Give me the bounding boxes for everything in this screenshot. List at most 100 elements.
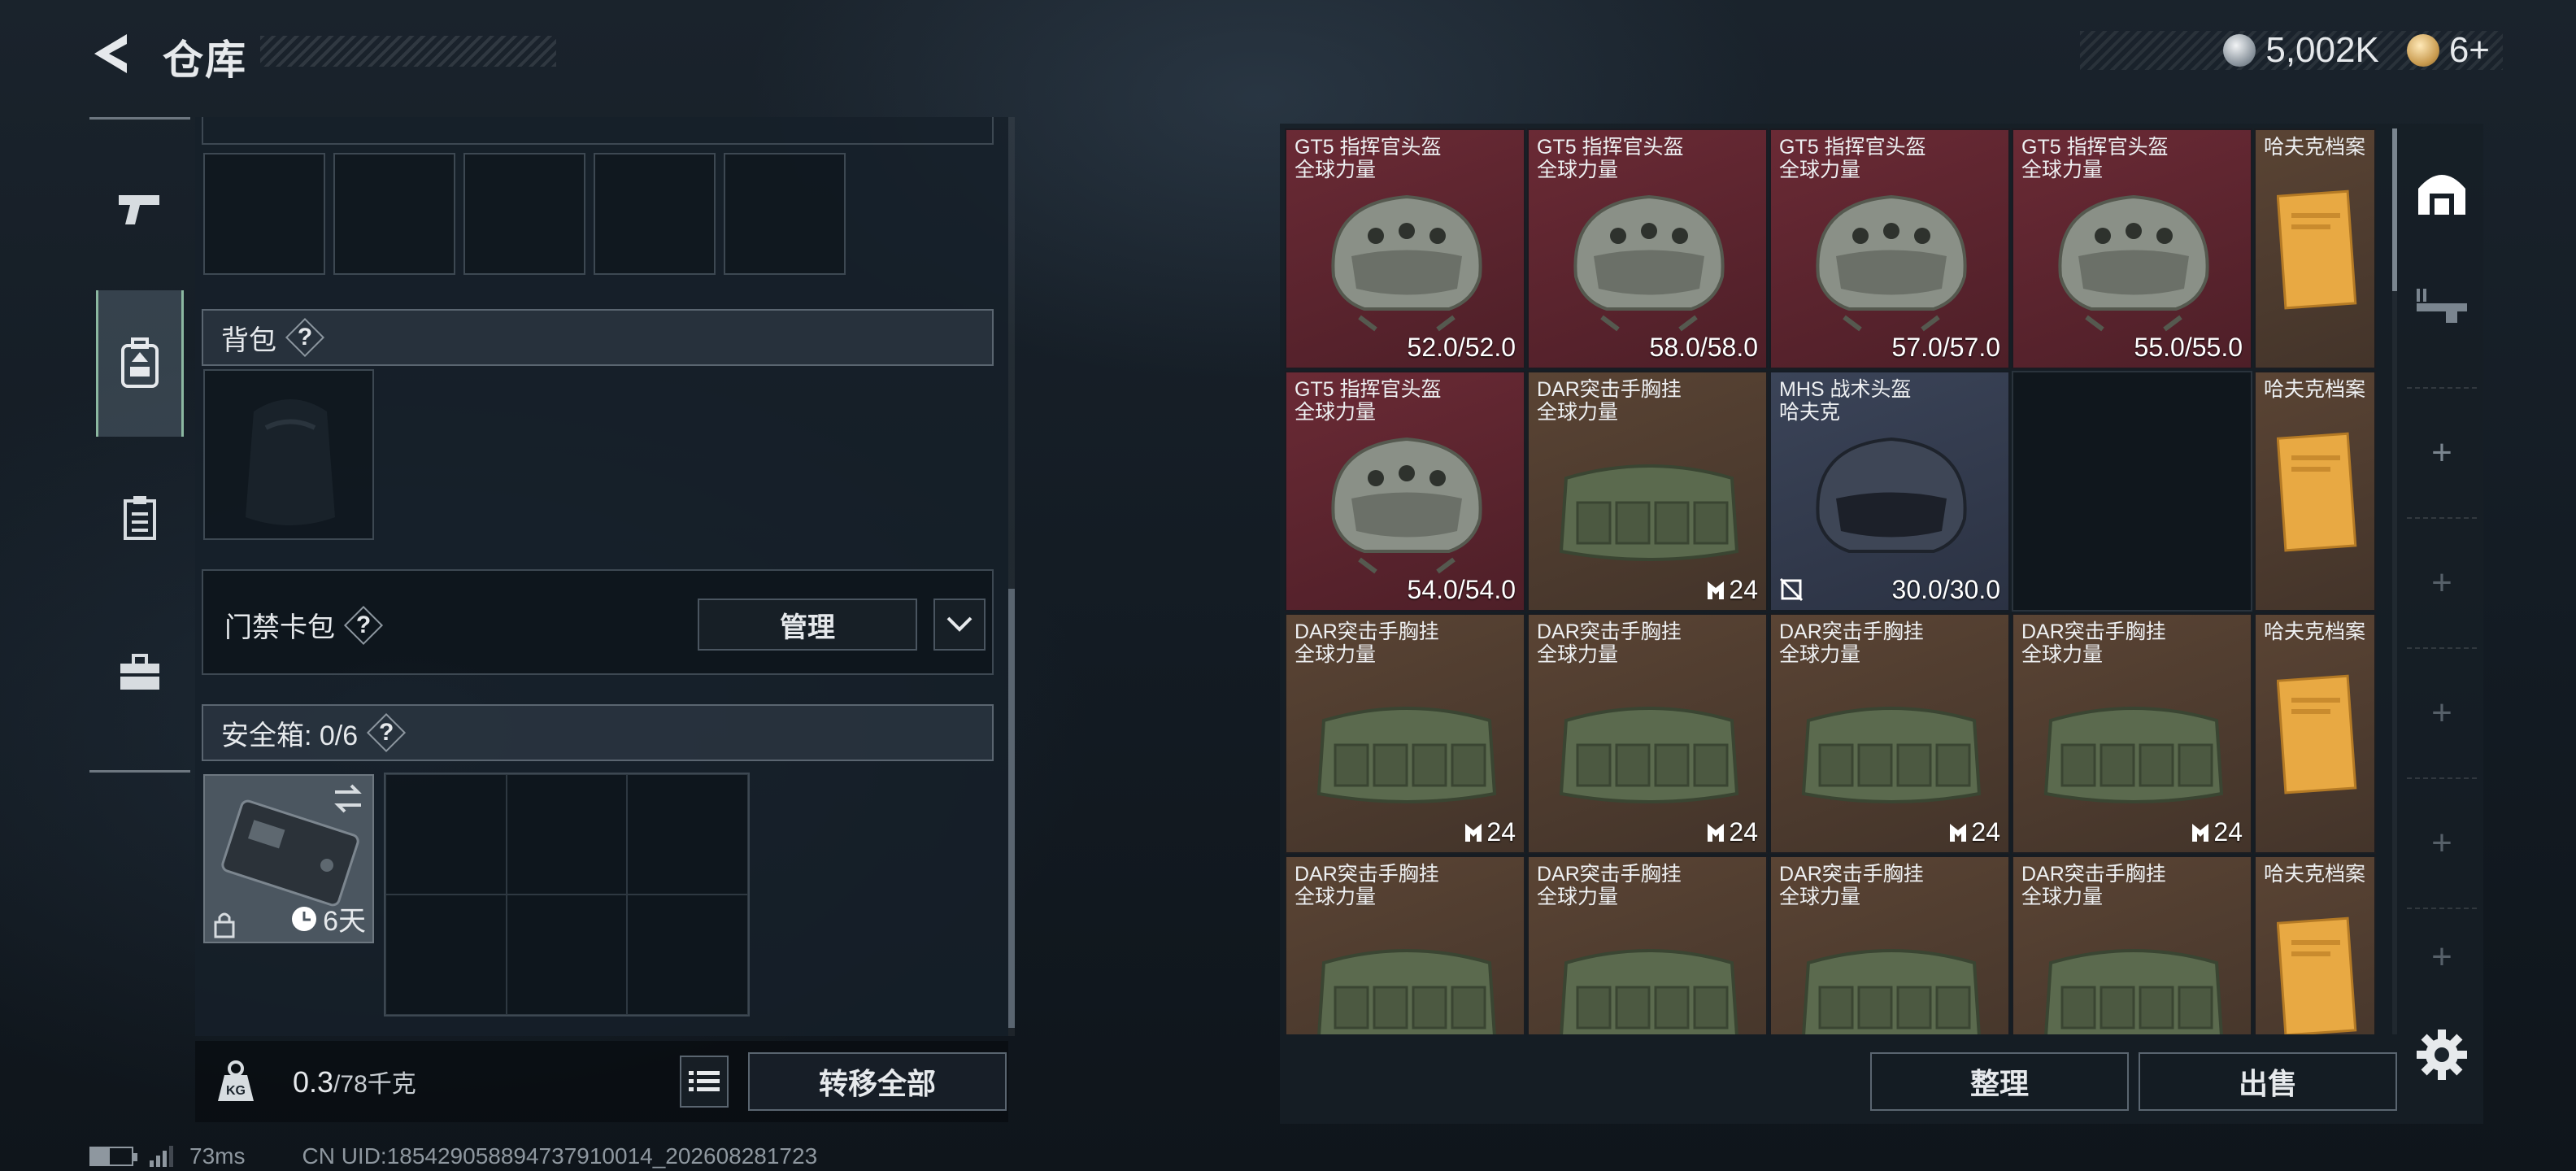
document-folder-icon [2277,432,2357,552]
safebox-help-icon[interactable]: ? [369,716,403,750]
item-brand: 全球力量 [1295,643,1377,666]
partial-section-header [202,117,994,145]
storage-item[interactable]: DAR突击手胸挂 全球力量 24 [1527,371,1768,612]
add-storage-tab-button[interactable]: + [2407,908,2477,1005]
storage-item[interactable]: 哈夫克档案 [2254,855,2376,1034]
loadout-scrollbar[interactable] [1008,117,1015,1036]
storage-item[interactable]: 哈夫克档案 [2254,371,2376,612]
storage-scrollbar-thumb[interactable] [2392,128,2397,291]
storage-item[interactable]: DAR突击手胸挂 全球力量 [1769,855,2010,1034]
storage-scrollbar[interactable] [2392,128,2397,1034]
nav-toolbox[interactable] [96,599,184,746]
equipment-slot[interactable] [203,153,325,275]
back-button[interactable] [88,29,137,78]
storage-empty-cell[interactable] [2012,371,2252,612]
chest-rig-icon [1802,949,1981,1034]
carry-weight-current: 0.3 [293,1065,334,1099]
chest-rig-icon [1801,707,1982,803]
storage-item[interactable]: GT5 指挥官头盔 全球力量 54.0/54.0 [1285,371,1525,612]
item-name: 哈夫克档案 [2264,863,2366,886]
unbreakable-slash-icon [1779,577,1804,602]
safebox-cell[interactable] [506,774,628,895]
keycard-dropdown-button[interactable] [933,599,986,651]
equipment-slot[interactable] [594,153,716,275]
storage-item[interactable]: DAR突击手胸挂 全球力量 24 [1769,613,2010,854]
add-storage-tab-button[interactable]: + [2407,387,2477,517]
keycard-label: 门禁卡包 [224,612,335,643]
storage-item[interactable]: GT5 指挥官头盔 全球力量 55.0/55.0 [2012,128,2252,369]
storage-item[interactable]: MHS 战术头盔 哈夫克 30.0/30.0 [1769,371,2010,612]
silver-coin-icon [2223,34,2256,67]
storage-item[interactable]: 哈夫克档案 [2254,613,2376,854]
manage-button[interactable]: 管理 [698,599,917,651]
sell-button[interactable]: 出售 [2139,1052,2397,1111]
backpack-slot[interactable] [203,369,374,540]
document-folder-icon [2277,674,2357,794]
item-name: GT5 指挥官头盔 [1295,136,1442,159]
storage-item[interactable]: DAR突击手胸挂 全球力量 24 [1527,613,1768,854]
storage-tab-rail: + + + + + [2407,127,2477,1013]
safebox-cell[interactable] [385,774,507,895]
item-count: 24 [1706,817,1758,847]
gold-currency-value[interactable]: 6+ [2449,30,2490,71]
commander-helmet-icon [1816,194,1967,332]
swap-icon[interactable] [332,784,364,813]
list-view-button[interactable] [680,1056,729,1108]
storage-item[interactable]: DAR突击手胸挂 全球力量 24 [2012,613,2252,854]
nav-clipboard[interactable] [96,445,184,591]
loadout-scrollbar-thumb[interactable] [1008,589,1015,1028]
commander-helmet-icon [2058,194,2209,332]
keycard-case-row: 门禁卡包 ? 管理 [202,569,994,675]
add-storage-tab-button[interactable]: + [2407,647,2477,777]
storage-item[interactable]: GT5 指挥官头盔 全球力量 58.0/58.0 [1527,128,1768,369]
signal-icon [150,1146,173,1167]
safebox-cell[interactable] [385,895,507,1015]
chest-rig-icon [2043,707,2224,803]
add-storage-tab-button[interactable]: + [2407,517,2477,647]
storage-item[interactable]: DAR突击手胸挂 全球力量 [1285,855,1525,1034]
nav-equipment[interactable] [96,290,184,437]
add-storage-tab-button[interactable]: + [2407,777,2477,908]
stack-count-icon [1708,823,1725,842]
toolbox-icon [120,654,159,690]
item-name: DAR突击手胸挂 [1537,863,1682,886]
safebox-cell[interactable] [627,774,748,895]
equipment-slot[interactable] [724,153,846,275]
safebox-item[interactable]: 6天 [203,774,374,943]
item-durability: 58.0/58.0 [1649,333,1758,362]
sort-button[interactable]: 整理 [1870,1052,2129,1111]
item-brand: 全球力量 [1779,159,1861,181]
storage-item[interactable]: 哈夫克档案 [2254,128,2376,369]
item-brand: 全球力量 [2021,159,2104,181]
storage-item[interactable]: DAR突击手胸挂 全球力量 [2012,855,2252,1034]
safebox-grid[interactable] [384,773,750,1016]
storage-item[interactable]: DAR突击手胸挂 全球力量 24 [1285,613,1525,854]
safebox-cell[interactable] [627,895,748,1015]
backpack-label: 背包 [221,324,276,356]
settings-button[interactable] [2415,1028,2469,1082]
nav-weapons[interactable] [96,136,184,282]
storage-item[interactable]: DAR突击手胸挂 全球力量 [1527,855,1768,1034]
list-icon [689,1071,720,1091]
keycard-help-icon[interactable]: ? [346,608,381,642]
backpack-silhouette-icon [246,399,335,525]
item-count: 24 [2191,817,2243,847]
item-count: 24 [1948,817,2000,847]
pistol-icon [119,195,159,224]
backpack-help-icon[interactable]: ? [288,320,322,355]
safebox-cell[interactable] [506,895,628,1015]
storage-item[interactable]: GT5 指挥官头盔 全球力量 57.0/57.0 [1769,128,2010,369]
equipment-slot[interactable] [333,153,455,275]
storage-tab-main[interactable] [2407,135,2477,249]
storage-tab-weapons[interactable] [2407,249,2477,363]
transfer-all-button[interactable]: 转移全部 [748,1052,1007,1111]
loadout-panel: 背包 ? 门禁卡包 ? 管理 安全箱: 0/6 ? 6天 [195,117,1008,1036]
equipment-slot[interactable] [463,153,585,275]
chest-rig-icon [1559,707,1739,803]
ping-text: 73ms [189,1143,246,1169]
storage-panel: GT5 指挥官头盔 全球力量 52.0/52.0 GT5 指挥官头盔 全球力量 58.0… [1280,124,2483,1124]
storage-item[interactable]: GT5 指挥官头盔 全球力量 52.0/52.0 [1285,128,1525,369]
tactical-helmet-icon [1816,437,1967,553]
item-brand: 哈夫克 [1779,401,1841,424]
item-name: 哈夫克档案 [2264,136,2366,159]
